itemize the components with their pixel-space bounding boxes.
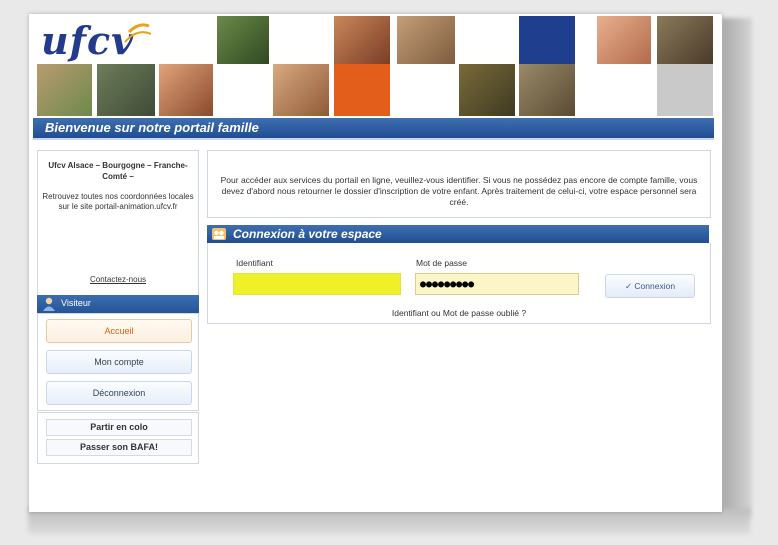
org-name: Ufcv Alsace – Bourgogne – Franche-Comté … <box>48 161 188 181</box>
login-section-bar: Connexion à votre espace <box>207 225 709 243</box>
password-label: Mot de passe <box>416 258 468 268</box>
photo-girl <box>597 16 651 64</box>
nav-mon-compte-button[interactable]: Mon compte <box>46 350 192 374</box>
users-icon <box>212 228 226 240</box>
photo-child-hat <box>334 16 390 64</box>
photo-boy-outdoors <box>217 16 269 64</box>
forgot-credentials-link[interactable]: Identifiant ou Mot de passe oublié ? <box>208 308 710 318</box>
login-title: Connexion à votre espace <box>233 227 382 241</box>
intro-text: Pour accéder aux services du portail en … <box>220 175 698 207</box>
user-icon <box>43 297 55 311</box>
photo-forest <box>97 64 155 116</box>
visitor-label: Visiteur <box>61 298 91 308</box>
username-label: Identifiant <box>236 258 273 268</box>
header: ufcv Bienvenue sur notre portail famille <box>29 14 722 140</box>
contact-link[interactable]: Contactez-nous <box>38 275 198 284</box>
photo-child-smile <box>273 64 329 116</box>
partir-en-colo-link[interactable]: Partir en colo <box>46 419 192 436</box>
passer-bafa-link[interactable]: Passer son BAFA! <box>46 439 192 456</box>
nav-accueil-button[interactable]: Accueil <box>46 319 192 343</box>
visitor-bar: Visiteur <box>37 295 199 313</box>
sidebar-nav: Accueil Mon compte Déconnexion <box>37 313 199 411</box>
nav-deconnexion-button[interactable]: Déconnexion <box>46 381 192 405</box>
sidebar-info-box: Ufcv Alsace – Bourgogne – Franche-Comté … <box>37 150 199 297</box>
photo-camp <box>459 64 515 116</box>
photo-team <box>657 16 713 64</box>
photo-children-group <box>397 16 455 64</box>
username-input[interactable] <box>233 273 401 295</box>
password-input[interactable] <box>415 273 579 295</box>
photo-child-face <box>159 64 213 116</box>
login-form: Identifiant Mot de passe ✓ Connexion Ide… <box>207 243 711 324</box>
connexion-button[interactable]: ✓ Connexion <box>605 274 695 298</box>
logo-swoosh-icon <box>124 23 151 43</box>
sidebar-links: Partir en colo Passer son BAFA! <box>37 412 199 464</box>
org-description: Retrouvez toutes nos coordonnées locales… <box>42 192 194 211</box>
intro-box: Pour accéder aux services du portail en … <box>207 150 711 218</box>
photo-orange-tile <box>334 64 390 116</box>
photo-child-1 <box>37 64 92 116</box>
photo-grey-tile <box>657 64 713 116</box>
portal-page: ufcv Bienvenue sur notre portail famille… <box>29 14 722 512</box>
photo-hikers <box>519 64 575 116</box>
welcome-banner: Bienvenue sur notre portail famille <box>33 118 714 140</box>
banner-title: Bienvenue sur notre portail famille <box>45 120 259 135</box>
photo-blue-tile <box>519 16 575 64</box>
page-shadow-right <box>722 18 752 518</box>
